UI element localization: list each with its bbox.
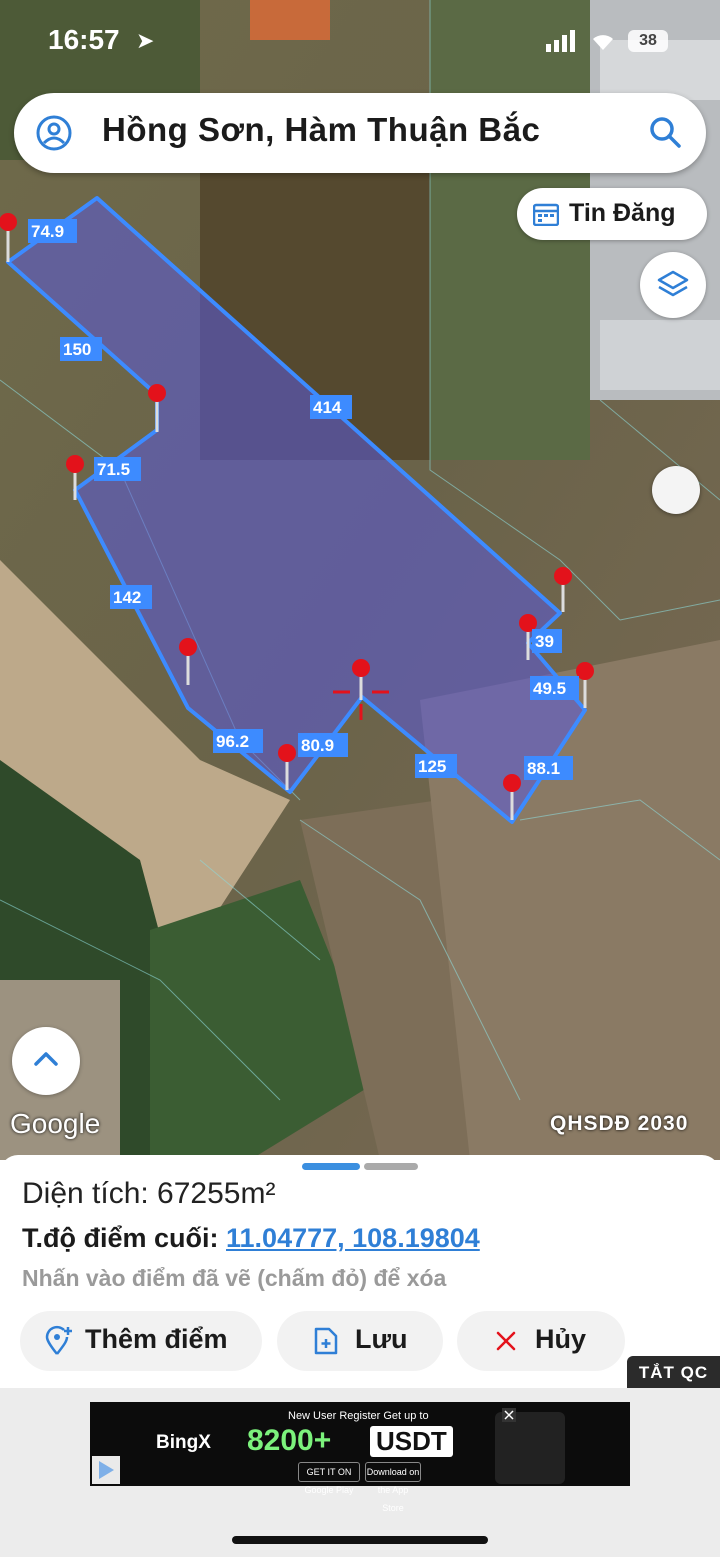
add-location-icon (45, 1325, 72, 1355)
add-point-button[interactable]: Thêm điểm (20, 1311, 262, 1371)
segment-label: 39 (532, 629, 562, 653)
app-store-badge[interactable]: Download on the App Store (365, 1462, 421, 1513)
svg-text:39: 39 (535, 632, 554, 651)
page-indicator (364, 1163, 418, 1170)
svg-text:74.9: 74.9 (31, 222, 64, 241)
save-label: Lưu (355, 1324, 408, 1354)
segment-label: 414 (310, 395, 352, 419)
segment-label: 150 (60, 337, 102, 361)
status-bar: 16:57 ➤ 38 (0, 0, 720, 80)
ad-phone-image (495, 1412, 565, 1484)
layers-icon (657, 270, 689, 297)
close-icon (496, 1331, 516, 1351)
google-play-badge[interactable]: GET IT ON Google Play (298, 1462, 360, 1495)
save-button[interactable]: Lưu (277, 1311, 443, 1371)
svg-text:88.1: 88.1 (527, 759, 560, 778)
area-text: Diện tích: 67255m² (22, 1177, 276, 1210)
page-indicator-active (302, 1163, 360, 1170)
svg-text:414: 414 (313, 398, 342, 417)
svg-text:150: 150 (63, 340, 91, 359)
segment-label: 88.1 (524, 756, 573, 780)
map-layer-label: QHSDĐ 2030 (550, 1112, 689, 1135)
tin-dang-button[interactable]: Tin Đăng (517, 188, 707, 240)
location-dot-button[interactable] (652, 466, 700, 514)
map-view[interactable]: 74.9 150 414 71.5 142 39 49.5 96.2 80.9 … (0, 0, 720, 1160)
segment-label: 142 (110, 585, 152, 609)
chevron-up-icon (34, 1052, 58, 1066)
svg-text:71.5: 71.5 (97, 460, 130, 479)
google-logo: Google (10, 1108, 101, 1139)
add-point-label: Thêm điểm (85, 1324, 228, 1354)
file-add-icon (314, 1327, 338, 1355)
bottom-sheet: Diện tích: 67255m² T.độ điểm cuối: 11.04… (0, 1155, 720, 1387)
segment-label: 125 (415, 754, 457, 778)
battery-icon: 38 (628, 30, 668, 52)
cancel-label: Hủy (535, 1324, 587, 1354)
segment-label: 74.9 (28, 219, 77, 243)
user-icon[interactable] (36, 115, 72, 151)
search-icon[interactable] (648, 115, 682, 149)
svg-text:96.2: 96.2 (216, 732, 249, 751)
close-ad-button[interactable]: TẮT QC (627, 1356, 720, 1389)
ad-amount: 8200+ (247, 1424, 332, 1457)
last-point-coordinate: T.độ điểm cuối: 11.04777, 108.19804 (22, 1223, 480, 1254)
coord-label: T.độ điểm cuối: (22, 1223, 227, 1253)
search-bar[interactable]: Hồng Sơn, Hàm Thuận Bắc (14, 93, 706, 173)
svg-text:80.9: 80.9 (301, 736, 334, 755)
segment-label: 96.2 (213, 729, 263, 753)
ad-headline: New User Register Get up to (288, 1410, 429, 1422)
expand-up-button[interactable] (12, 1027, 80, 1095)
ad-banner-area: BingX New User Register Get up to 8200+ … (0, 1388, 720, 1557)
ad-brand: BingX (156, 1432, 211, 1453)
tin-dang-label: Tin Đăng (569, 199, 676, 227)
coord-link[interactable]: 11.04777, 108.19804 (226, 1223, 480, 1253)
layers-button[interactable] (640, 252, 706, 318)
signal-icon (546, 30, 575, 52)
ad-close-icon[interactable] (502, 1408, 516, 1422)
clock: 16:57 (48, 24, 120, 55)
calendar-icon (533, 203, 559, 226)
svg-text:125: 125 (418, 757, 446, 776)
segment-label: 80.9 (298, 733, 348, 757)
ad-choices-icon[interactable] (92, 1456, 120, 1484)
location-arrow-icon: ➤ (136, 28, 155, 53)
svg-text:142: 142 (113, 588, 141, 607)
cancel-button[interactable]: Hủy (457, 1311, 625, 1371)
search-location-title[interactable]: Hồng Sơn, Hàm Thuận Bắc (102, 111, 540, 149)
home-indicator (232, 1536, 488, 1544)
svg-text:49.5: 49.5 (533, 679, 566, 698)
segment-label: 49.5 (530, 676, 579, 700)
segment-label: 71.5 (94, 457, 141, 481)
wifi-icon (593, 35, 613, 50)
hint-text: Nhấn vào điểm đã vẽ (chấm đỏ) để xóa (22, 1265, 447, 1291)
ad-banner[interactable]: BingX New User Register Get up to 8200+ … (90, 1402, 630, 1513)
ad-currency: USDT (370, 1426, 453, 1457)
